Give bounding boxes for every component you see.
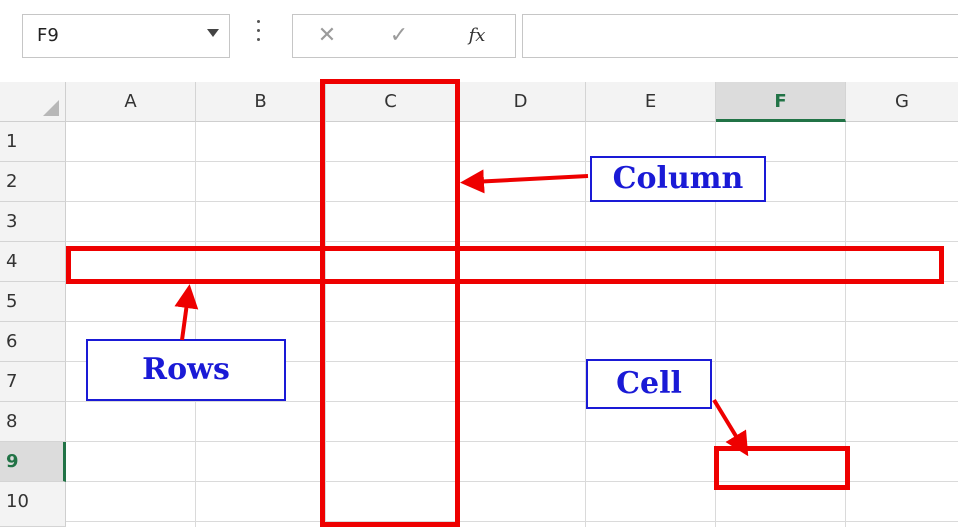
name-box-dropdown-icon[interactable] [207, 29, 219, 37]
formula-bar: F9 ✕ ✓ fx [0, 0, 958, 74]
column-header-d[interactable]: D [456, 82, 586, 122]
row-header-2[interactable]: 2 [0, 162, 66, 202]
column-header-g[interactable]: G [846, 82, 958, 122]
formula-buttons: ✕ ✓ fx [292, 14, 516, 58]
row-header-1[interactable]: 1 [0, 122, 66, 162]
row-header-6[interactable]: 6 [0, 322, 66, 362]
column-header-e[interactable]: E [586, 82, 716, 122]
row-header-10[interactable]: 10 [0, 482, 66, 527]
select-all-corner[interactable] [0, 82, 66, 122]
name-box-value: F9 [37, 25, 59, 46]
cancel-icon[interactable]: ✕ [307, 21, 347, 51]
row-header-3[interactable]: 3 [0, 202, 66, 242]
cell-label: Cell [586, 359, 712, 409]
insert-function-icon[interactable]: fx [457, 21, 497, 51]
row-header-9[interactable]: 9 [0, 442, 66, 482]
column-header-f[interactable]: F [716, 82, 846, 122]
cell-highlight-box [714, 446, 850, 490]
row-header-7[interactable]: 7 [0, 362, 66, 402]
name-box[interactable]: F9 [22, 14, 230, 58]
column-header-b[interactable]: B [196, 82, 326, 122]
row-header-5[interactable]: 5 [0, 282, 66, 322]
row-header-4[interactable]: 4 [0, 242, 66, 282]
column-header-a[interactable]: A [66, 82, 196, 122]
select-all-icon [43, 100, 59, 116]
row-header-8[interactable]: 8 [0, 402, 66, 442]
column-label: Column [590, 156, 766, 202]
rows-label: Rows [86, 339, 286, 401]
enter-icon[interactable]: ✓ [379, 21, 419, 51]
row-highlight-box [66, 246, 944, 284]
formula-input[interactable] [522, 14, 958, 58]
more-options-icon[interactable] [256, 20, 262, 50]
column-highlight-box [320, 79, 460, 527]
